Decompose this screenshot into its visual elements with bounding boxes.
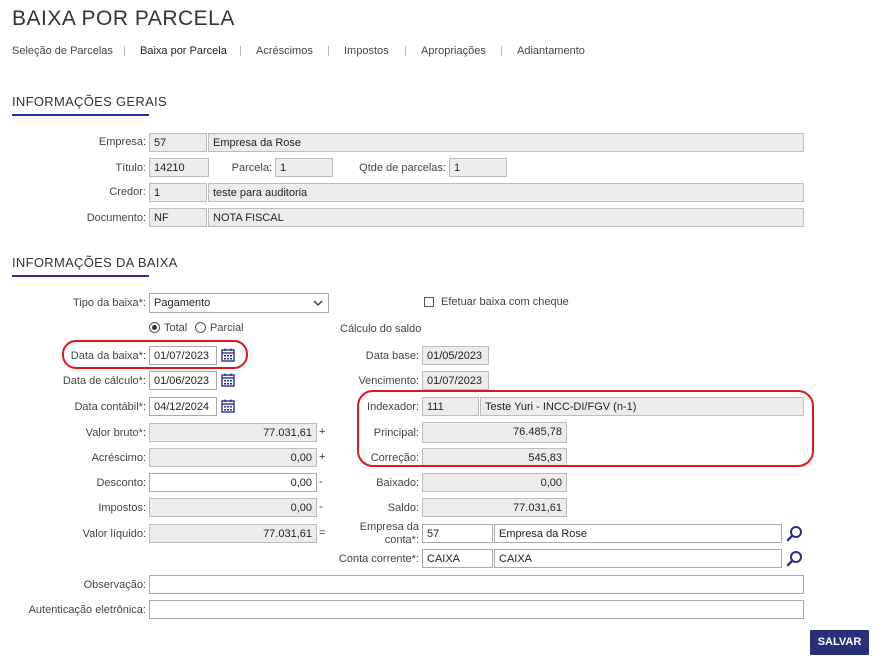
tab-adiantamento[interactable]: Adiantamento — [517, 45, 585, 57]
data-base-label: Data base: — [365, 350, 419, 362]
valor-bruto-field: 77.031,61 — [149, 423, 317, 442]
save-button[interactable]: SALVAR — [810, 630, 869, 655]
tab-selecao-parcelas[interactable]: Seleção de Parcelas — [12, 45, 113, 57]
baixado-field: 0,00 — [422, 473, 567, 492]
radio-parcial[interactable] — [195, 322, 206, 333]
radio-total-label: Total — [164, 322, 188, 334]
tab-divider — [240, 46, 241, 56]
conta-corrente-label: Conta corrente*: — [338, 553, 419, 565]
data-calculo-label: Data de cálculo*: — [62, 375, 146, 387]
saldo-label: Saldo: — [387, 502, 419, 514]
radio-parcial-label: Parcial — [210, 322, 244, 334]
observacao-label: Observação: — [83, 579, 146, 591]
tab-acrescimos[interactable]: Acréscimos — [256, 45, 313, 57]
desconto-field[interactable]: 0,00 — [149, 473, 317, 492]
vencimento-field: 01/07/2023 — [422, 371, 489, 390]
empresa-name-field: Empresa da Rose — [208, 133, 804, 152]
tab-apropriacoes[interactable]: Apropriações — [421, 45, 486, 57]
desconto-label: Desconto: — [96, 477, 146, 489]
impostos-label: Impostos: — [98, 502, 146, 514]
valor-liquido-field: 77.031,61 — [149, 524, 317, 543]
documento-code-field: NF — [149, 208, 207, 227]
calculo-saldo-label: Cálculo do saldo — [340, 323, 422, 335]
credor-name-field: teste para auditoria — [208, 183, 804, 202]
acrescimo-label: Acréscimo: — [91, 452, 146, 464]
highlight-indexador — [357, 390, 814, 467]
tipo-baixa-label: Tipo da baixa*: — [73, 297, 146, 309]
search-icon[interactable] — [786, 550, 803, 567]
tipo-baixa-value: Pagamento — [154, 297, 211, 309]
acrescimo-field: 0,00 — [149, 448, 317, 467]
credor-code-field: 1 — [149, 183, 207, 202]
chevron-down-icon — [313, 300, 323, 306]
tab-baixa-por-parcela[interactable]: Baixa por Parcela — [140, 45, 227, 57]
empresa-conta-name-field[interactable]: Empresa da Rose — [494, 524, 782, 543]
calendar-icon[interactable] — [221, 373, 235, 387]
autenticacao-label: Autenticação eletrônica: — [28, 604, 146, 616]
qtde-parcelas-label: Qtde de parcelas: — [359, 162, 446, 174]
cheque-label: Efetuar baixa com cheque — [441, 296, 569, 308]
empresa-conta-label-line2: conta*: — [384, 534, 419, 546]
tab-divider — [501, 46, 502, 56]
section-underline — [12, 114, 149, 116]
valor-liquido-label: Valor líquido: — [82, 528, 146, 540]
search-icon[interactable] — [786, 525, 803, 542]
radio-total[interactable] — [149, 322, 160, 333]
section-heading-gerais: INFORMAÇÕES GERAIS — [12, 94, 167, 109]
page-title: BAIXA POR PARCELA — [12, 7, 235, 30]
data-contabil-field[interactable]: 04/12/2024 — [149, 397, 217, 416]
documento-label: Documento: — [86, 212, 146, 224]
saldo-field: 77.031,61 — [422, 498, 567, 517]
data-calculo-field[interactable]: 01/06/2023 — [149, 371, 217, 390]
titulo-field: 14210 — [149, 158, 209, 177]
empresa-conta-code-field[interactable]: 57 — [422, 524, 493, 543]
parcela-field: 1 — [275, 158, 333, 177]
valor-bruto-label: Valor bruto*: — [85, 427, 146, 439]
tipo-baixa-select[interactable]: Pagamento — [149, 293, 329, 313]
calendar-icon[interactable] — [221, 399, 235, 413]
highlight-data-baixa — [62, 340, 248, 369]
autenticacao-field[interactable] — [149, 600, 804, 619]
section-heading-baixa: INFORMAÇÕES DA BAIXA — [12, 255, 178, 270]
tab-divider — [405, 46, 406, 56]
conta-corrente-code-field[interactable]: CAIXA — [422, 549, 493, 568]
vencimento-label: Vencimento: — [358, 375, 419, 387]
tab-bar: Seleção de Parcelas Baixa por Parcela Ac… — [12, 45, 612, 61]
empresa-label: Empresa: — [98, 136, 146, 148]
conta-corrente-name-field[interactable]: CAIXA — [494, 549, 782, 568]
section-underline — [12, 275, 149, 277]
observacao-field[interactable] — [149, 575, 804, 594]
parcela-label: Parcela: — [231, 162, 272, 174]
data-base-field: 01/05/2023 — [422, 346, 489, 365]
tab-divider — [124, 46, 125, 56]
credor-label: Credor: — [109, 186, 146, 198]
tab-impostos[interactable]: Impostos — [344, 45, 389, 57]
titulo-label: Título: — [115, 162, 146, 174]
empresa-conta-label-line1: Empresa da — [359, 521, 419, 533]
cheque-checkbox[interactable] — [424, 297, 434, 307]
empresa-code-field: 57 — [149, 133, 207, 152]
tab-divider — [328, 46, 329, 56]
documento-name-field: NOTA FISCAL — [208, 208, 804, 227]
data-contabil-label: Data contábil*: — [74, 401, 146, 413]
qtde-parcelas-field: 1 — [449, 158, 507, 177]
baixado-label: Baixado: — [376, 477, 419, 489]
impostos-field: 0,00 — [149, 498, 317, 517]
